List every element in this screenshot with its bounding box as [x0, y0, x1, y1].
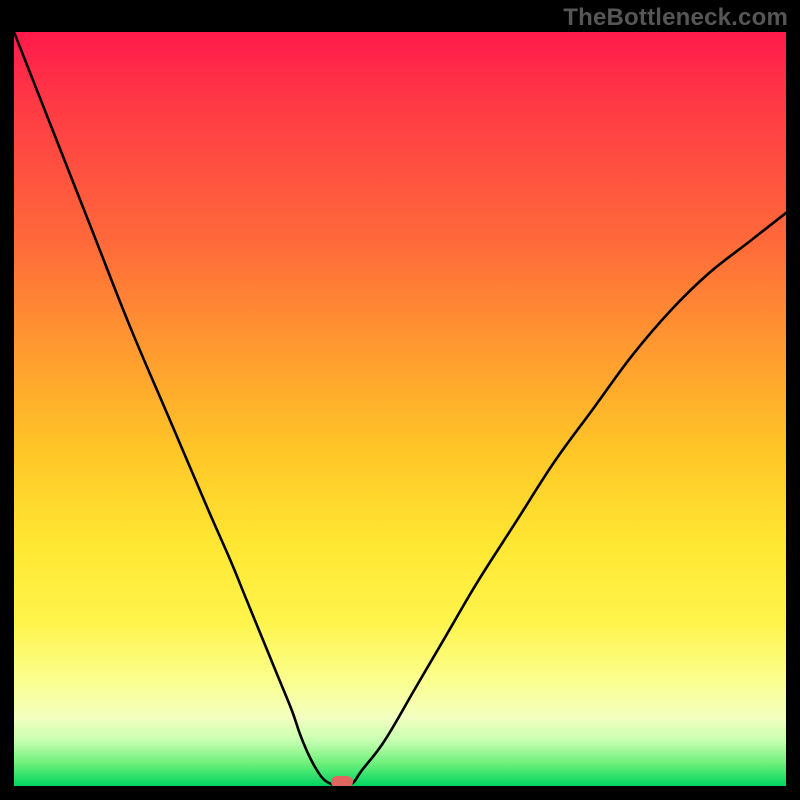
- chart-container: TheBottleneck.com: [0, 0, 800, 800]
- plot-area: [14, 32, 786, 786]
- optimum-marker: [331, 776, 353, 786]
- bottleneck-curve: [14, 32, 786, 786]
- curve-path: [14, 32, 786, 786]
- watermark-text: TheBottleneck.com: [563, 4, 788, 32]
